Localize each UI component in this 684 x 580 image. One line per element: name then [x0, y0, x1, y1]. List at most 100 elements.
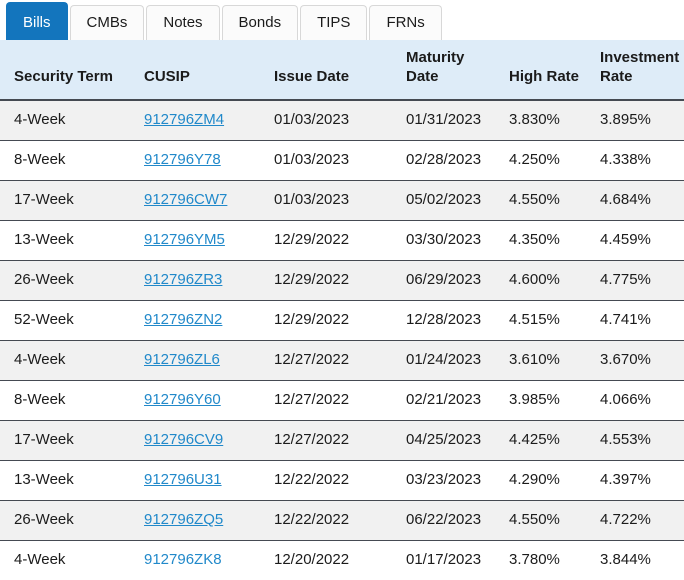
cell-issue-date: 12/29/2022	[264, 301, 396, 341]
table-row: 4-Week 912796ZL6 12/27/202201/24/20233.610…	[0, 341, 684, 381]
table-row: 8-Week912796Y6012/27/202202/21/20233.985…	[0, 381, 684, 421]
cell-cusip: 912796YM5	[134, 221, 264, 261]
cell-investment-rate: 4.066%	[590, 381, 684, 421]
cell-investment-rate: 4.553%	[590, 421, 684, 461]
cell-high-rate: 3.780%	[499, 541, 590, 580]
cell-maturity-date: 06/29/2023	[396, 261, 499, 301]
cusip-link[interactable]: 912796ZQ5	[144, 511, 223, 528]
cusip-link[interactable]: 912796ZM4	[144, 111, 224, 128]
cell-maturity-date: 02/21/2023	[396, 381, 499, 421]
table-row: 26-Week912796ZR312/29/202206/29/20234.60…	[0, 261, 684, 301]
cell-cusip: 912796ZR3	[134, 261, 264, 301]
table-body: 4-Week912796ZM401/03/202301/31/20233.830…	[0, 100, 684, 580]
cell-issue-date: 12/22/2022	[264, 461, 396, 501]
cusip-link[interactable]: 912796ZK8	[144, 551, 222, 568]
cell-investment-rate: 4.684%	[590, 181, 684, 221]
column-header-security-term: Security Term	[0, 40, 134, 100]
cusip-link[interactable]: 912796ZL6	[144, 351, 220, 368]
cell-maturity-date: 03/30/2023	[396, 221, 499, 261]
tab-cmbs[interactable]: CMBs	[70, 5, 145, 40]
cusip-link[interactable]: 912796Y60	[144, 391, 221, 408]
cell-investment-rate: 3.895%	[590, 100, 684, 141]
cell-issue-date: 01/03/2023	[264, 100, 396, 141]
cell-high-rate: 4.515%	[499, 301, 590, 341]
cusip-link[interactable]: 912796CV9	[144, 431, 223, 448]
table-row: 8-Week 912796Y78 01/03/202302/28/20234.250…	[0, 141, 684, 181]
cell-cusip: 912796U31	[134, 461, 264, 501]
tab-bonds[interactable]: Bonds	[222, 5, 299, 40]
cell-cusip: 912796CW7	[134, 181, 264, 221]
tab-frns[interactable]: FRNs	[369, 5, 441, 40]
cell-issue-date: 12/27/2022	[264, 421, 396, 461]
cell-cusip: 912796ZK8	[134, 541, 264, 580]
cell-investment-rate: 4.459%	[590, 221, 684, 261]
tab-tips[interactable]: TIPS	[300, 5, 367, 40]
cell-investment-rate: 4.722%	[590, 501, 684, 541]
cell-maturity-date: 01/24/2023	[396, 341, 499, 381]
security-type-tabs: BillsCMBsNotesBondsTIPSFRNs	[0, 0, 684, 40]
cell-security-term: 4-Week	[0, 341, 134, 381]
cell-high-rate: 3.985%	[499, 381, 590, 421]
cell-security-term: 4-Week	[0, 100, 134, 141]
cell-high-rate: 4.425%	[499, 421, 590, 461]
cell-maturity-date: 01/31/2023	[396, 100, 499, 141]
cell-cusip: 912796ZQ5	[134, 501, 264, 541]
cusip-link[interactable]: 912796Y78	[144, 151, 221, 168]
cell-security-term: 17-Week	[0, 421, 134, 461]
cell-cusip: 912796Y78	[134, 141, 264, 181]
tab-notes[interactable]: Notes	[146, 5, 219, 40]
table-row: 4-Week 912796ZK8 12/20/202201/17/20233.780…	[0, 541, 684, 580]
cell-issue-date: 12/27/2022	[264, 381, 396, 421]
auction-results-panel: BillsCMBsNotesBondsTIPSFRNs Security Ter…	[0, 0, 684, 580]
cell-investment-rate: 3.844%	[590, 541, 684, 580]
cell-security-term: 26-Week	[0, 261, 134, 301]
cusip-link[interactable]: 912796ZN2	[144, 311, 222, 328]
cell-maturity-date: 03/23/2023	[396, 461, 499, 501]
tab-bills[interactable]: Bills	[6, 2, 68, 40]
table-row: 26-Week 912796ZQ5 12/22/202206/22/20234.55…	[0, 501, 684, 541]
table-row: 52-Week912796ZN212/29/202212/28/20234.51…	[0, 301, 684, 341]
cell-security-term: 8-Week	[0, 141, 134, 181]
column-header-maturity-date: Maturity Date	[396, 40, 499, 100]
cell-maturity-date: 02/28/2023	[396, 141, 499, 181]
cell-issue-date: 12/29/2022	[264, 221, 396, 261]
cell-investment-rate: 4.741%	[590, 301, 684, 341]
table-row: 4-Week912796ZM401/03/202301/31/20233.830…	[0, 100, 684, 141]
cell-investment-rate: 3.670%	[590, 341, 684, 381]
cell-maturity-date: 01/17/2023	[396, 541, 499, 580]
cell-issue-date: 01/03/2023	[264, 181, 396, 221]
table-row: 17-Week 912796CV9 12/27/202204/25/20234.42…	[0, 421, 684, 461]
cell-maturity-date: 04/25/2023	[396, 421, 499, 461]
cell-issue-date: 12/27/2022	[264, 341, 396, 381]
cell-security-term: 13-Week	[0, 221, 134, 261]
cell-issue-date: 12/29/2022	[264, 261, 396, 301]
cell-high-rate: 4.290%	[499, 461, 590, 501]
cell-issue-date: 12/22/2022	[264, 501, 396, 541]
cell-issue-date: 01/03/2023	[264, 141, 396, 181]
cell-high-rate: 4.550%	[499, 181, 590, 221]
cell-high-rate: 3.610%	[499, 341, 590, 381]
cell-maturity-date: 12/28/2023	[396, 301, 499, 341]
cusip-link[interactable]: 912796ZR3	[144, 271, 222, 288]
cell-investment-rate: 4.397%	[590, 461, 684, 501]
cell-security-term: 13-Week	[0, 461, 134, 501]
cell-high-rate: 4.550%	[499, 501, 590, 541]
cell-cusip: 912796CV9	[134, 421, 264, 461]
table-row: 13-Week 912796YM5 12/29/202203/30/20234.35…	[0, 221, 684, 261]
cell-security-term: 4-Week	[0, 541, 134, 580]
column-header-investment-rate: Investment Rate	[590, 40, 684, 100]
cusip-link[interactable]: 912796YM5	[144, 231, 225, 248]
cusip-link[interactable]: 912796U31	[144, 471, 222, 488]
cell-high-rate: 4.350%	[499, 221, 590, 261]
cell-issue-date: 12/20/2022	[264, 541, 396, 580]
cell-investment-rate: 4.775%	[590, 261, 684, 301]
column-header-high-rate: High Rate	[499, 40, 590, 100]
cell-high-rate: 4.250%	[499, 141, 590, 181]
cusip-link[interactable]: 912796CW7	[144, 191, 227, 208]
auction-results-table: Security TermCUSIPIssue DateMaturity Dat…	[0, 40, 684, 580]
cell-cusip: 912796Y60	[134, 381, 264, 421]
table-header-row: Security TermCUSIPIssue DateMaturity Dat…	[0, 40, 684, 100]
cell-security-term: 26-Week	[0, 501, 134, 541]
table-row: 13-Week 912796U31 12/22/202203/23/20234.29…	[0, 461, 684, 501]
cell-maturity-date: 06/22/2023	[396, 501, 499, 541]
